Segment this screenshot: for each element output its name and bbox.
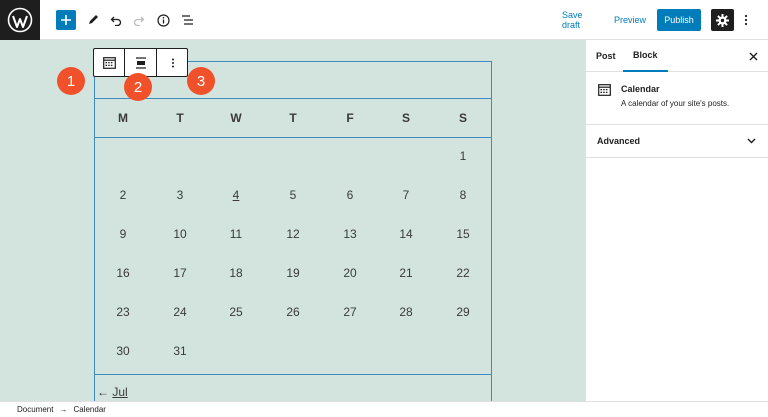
more-vertical-icon bbox=[171, 58, 174, 67]
block-options-button[interactable] bbox=[157, 49, 188, 76]
calendar-day: 13 bbox=[343, 227, 357, 241]
align-wide-icon bbox=[135, 56, 146, 69]
plus-icon bbox=[61, 15, 71, 25]
tab-post[interactable]: Post bbox=[596, 40, 616, 72]
gear-icon bbox=[716, 13, 729, 27]
block-type-button[interactable] bbox=[94, 49, 125, 76]
annotation-marker-1: 1 bbox=[57, 67, 85, 95]
calendar-day: 19 bbox=[286, 266, 300, 280]
calendar-day: 24 bbox=[173, 305, 187, 319]
options-button[interactable] bbox=[740, 9, 752, 31]
calendar-day: 22 bbox=[456, 266, 470, 280]
close-sidebar-button[interactable] bbox=[746, 49, 760, 63]
annotation-marker-2: 2 bbox=[124, 73, 152, 101]
save-draft-button[interactable]: Save draft bbox=[562, 10, 602, 30]
weekday-label: M bbox=[118, 111, 128, 125]
advanced-panel-toggle[interactable]: Advanced bbox=[586, 125, 768, 158]
undo-button[interactable] bbox=[108, 9, 124, 31]
tab-block[interactable]: Block bbox=[623, 40, 668, 72]
wordpress-logo-icon[interactable] bbox=[0, 0, 40, 40]
weekday-label: T bbox=[176, 111, 184, 125]
tools-button[interactable] bbox=[86, 9, 100, 31]
list-view-button[interactable] bbox=[179, 9, 195, 31]
calendar-icon bbox=[102, 56, 116, 69]
calendar-day: 1 bbox=[459, 149, 467, 163]
calendar-icon bbox=[598, 84, 611, 96]
add-block-button[interactable] bbox=[56, 10, 76, 30]
calendar-day: 27 bbox=[343, 305, 357, 319]
weekday-label: S bbox=[401, 111, 410, 125]
calendar-day: 31 bbox=[173, 344, 187, 358]
calendar-day: 11 bbox=[229, 227, 243, 241]
calendar-day: 20 bbox=[343, 266, 357, 280]
calendar-day: 28 bbox=[399, 305, 413, 319]
details-button[interactable] bbox=[155, 9, 171, 31]
settings-sidebar: Post Block Calendar A calendar of your s… bbox=[585, 40, 768, 401]
calendar-day: 23 bbox=[116, 305, 130, 319]
calendar-day: 29 bbox=[456, 305, 470, 319]
previous-month-link[interactable]: ← Jul bbox=[97, 385, 128, 399]
breadcrumb-calendar[interactable]: Calendar bbox=[73, 405, 105, 414]
redo-button[interactable] bbox=[131, 9, 147, 31]
calendar-day: 15 bbox=[456, 227, 470, 241]
list-view-icon bbox=[181, 15, 193, 25]
undo-icon bbox=[110, 16, 122, 26]
calendar-day: 7 bbox=[402, 188, 410, 202]
block-card: Calendar A calendar of your site's posts… bbox=[586, 72, 768, 125]
chevron-down-icon bbox=[747, 138, 756, 144]
annotation-marker-3: 3 bbox=[187, 67, 215, 95]
pencil-icon bbox=[89, 15, 98, 24]
calendar-day: 12 bbox=[286, 227, 300, 241]
arrow-left-icon: ← bbox=[97, 385, 109, 399]
calendar-day: 9 bbox=[119, 227, 127, 241]
block-card-title: Calendar bbox=[621, 84, 660, 94]
block-card-description: A calendar of your site's posts. bbox=[621, 99, 730, 108]
calendar-day: 25 bbox=[229, 305, 243, 319]
calendar-day: 6 bbox=[346, 188, 354, 202]
editor-header: Save draft Preview Publish bbox=[0, 0, 768, 40]
previous-month-label: Jul bbox=[112, 385, 128, 399]
breadcrumb-separator: → bbox=[59, 405, 68, 414]
calendar-day: 3 bbox=[176, 188, 184, 202]
calendar-weekday-header: M T W T F S S bbox=[95, 98, 491, 138]
calendar-day: 2 bbox=[119, 188, 127, 202]
advanced-panel-title: Advanced bbox=[597, 136, 641, 146]
calendar-day: 8 bbox=[459, 188, 467, 202]
weekday-label: F bbox=[346, 111, 354, 125]
calendar-navigation: ← Jul bbox=[95, 374, 491, 401]
weekday-label: W bbox=[230, 111, 242, 125]
calendar-day: 4 bbox=[232, 188, 240, 202]
calendar-day: 18 bbox=[229, 266, 243, 280]
calendar-day: 30 bbox=[116, 344, 130, 358]
align-button[interactable] bbox=[125, 49, 157, 76]
close-icon bbox=[749, 52, 757, 60]
info-icon bbox=[156, 13, 170, 27]
calendar-day: 5 bbox=[289, 188, 297, 202]
editor-canvas: M T W T F S S 1 2 3 4 5 6 7 8 9 10 11 12 13 14 15 16 17 1… bbox=[0, 40, 585, 401]
calendar-day: 14 bbox=[399, 227, 413, 241]
calendar-day: 17 bbox=[173, 266, 187, 280]
settings-button[interactable] bbox=[711, 9, 734, 31]
preview-button[interactable]: Preview bbox=[614, 13, 646, 27]
weekday-label: S bbox=[458, 111, 467, 125]
calendar-day: 26 bbox=[286, 305, 300, 319]
calendar-day: 16 bbox=[116, 266, 130, 280]
calendar-day: 10 bbox=[173, 227, 187, 241]
calendar-day: 21 bbox=[399, 266, 413, 280]
calendar-block[interactable]: M T W T F S S 1 2 3 4 5 6 7 8 9 10 11 12 13 14 15 16 17 1… bbox=[94, 61, 492, 401]
publish-button[interactable]: Publish bbox=[657, 9, 701, 31]
breadcrumb: Document → Calendar bbox=[0, 401, 768, 417]
breadcrumb-document[interactable]: Document bbox=[17, 405, 53, 414]
weekday-label: T bbox=[289, 111, 297, 125]
sidebar-tabs: Post Block bbox=[586, 40, 768, 72]
redo-icon bbox=[133, 16, 145, 26]
more-vertical-icon bbox=[744, 14, 748, 26]
